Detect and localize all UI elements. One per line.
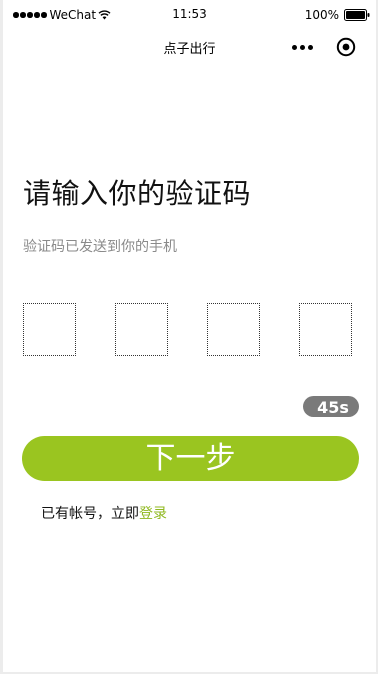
verification-heading: 请输入你的验证码 [23, 177, 252, 210]
more-menu-icon[interactable] [291, 37, 315, 55]
code-input-1[interactable] [23, 303, 76, 356]
verification-subtitle: 验证码已发送到你的手机 [23, 239, 177, 255]
login-link[interactable]: 登录 [139, 506, 167, 522]
page-title: 点子出行 [163, 42, 216, 57]
resend-countdown-badge: 45s [303, 396, 359, 417]
next-step-button[interactable]: 下一步 [22, 436, 359, 481]
battery-percentage: 100% [304, 8, 339, 22]
app-screen: WeChat 11:53 100% 点子出行 请输入你的验证码 验证码已发送到你… [3, 0, 376, 672]
login-prompt-text: 已有帐号，立即 [41, 506, 139, 522]
code-input-3[interactable] [207, 303, 260, 356]
code-input-4[interactable] [299, 303, 352, 356]
battery-icon [344, 9, 370, 21]
code-input-2[interactable] [115, 303, 168, 356]
login-prompt: 已有帐号，立即登录 [41, 503, 167, 523]
status-bar: WeChat 11:53 100% [3, 0, 376, 30]
close-target-icon[interactable] [336, 37, 356, 57]
status-right: 100% [305, 8, 370, 22]
